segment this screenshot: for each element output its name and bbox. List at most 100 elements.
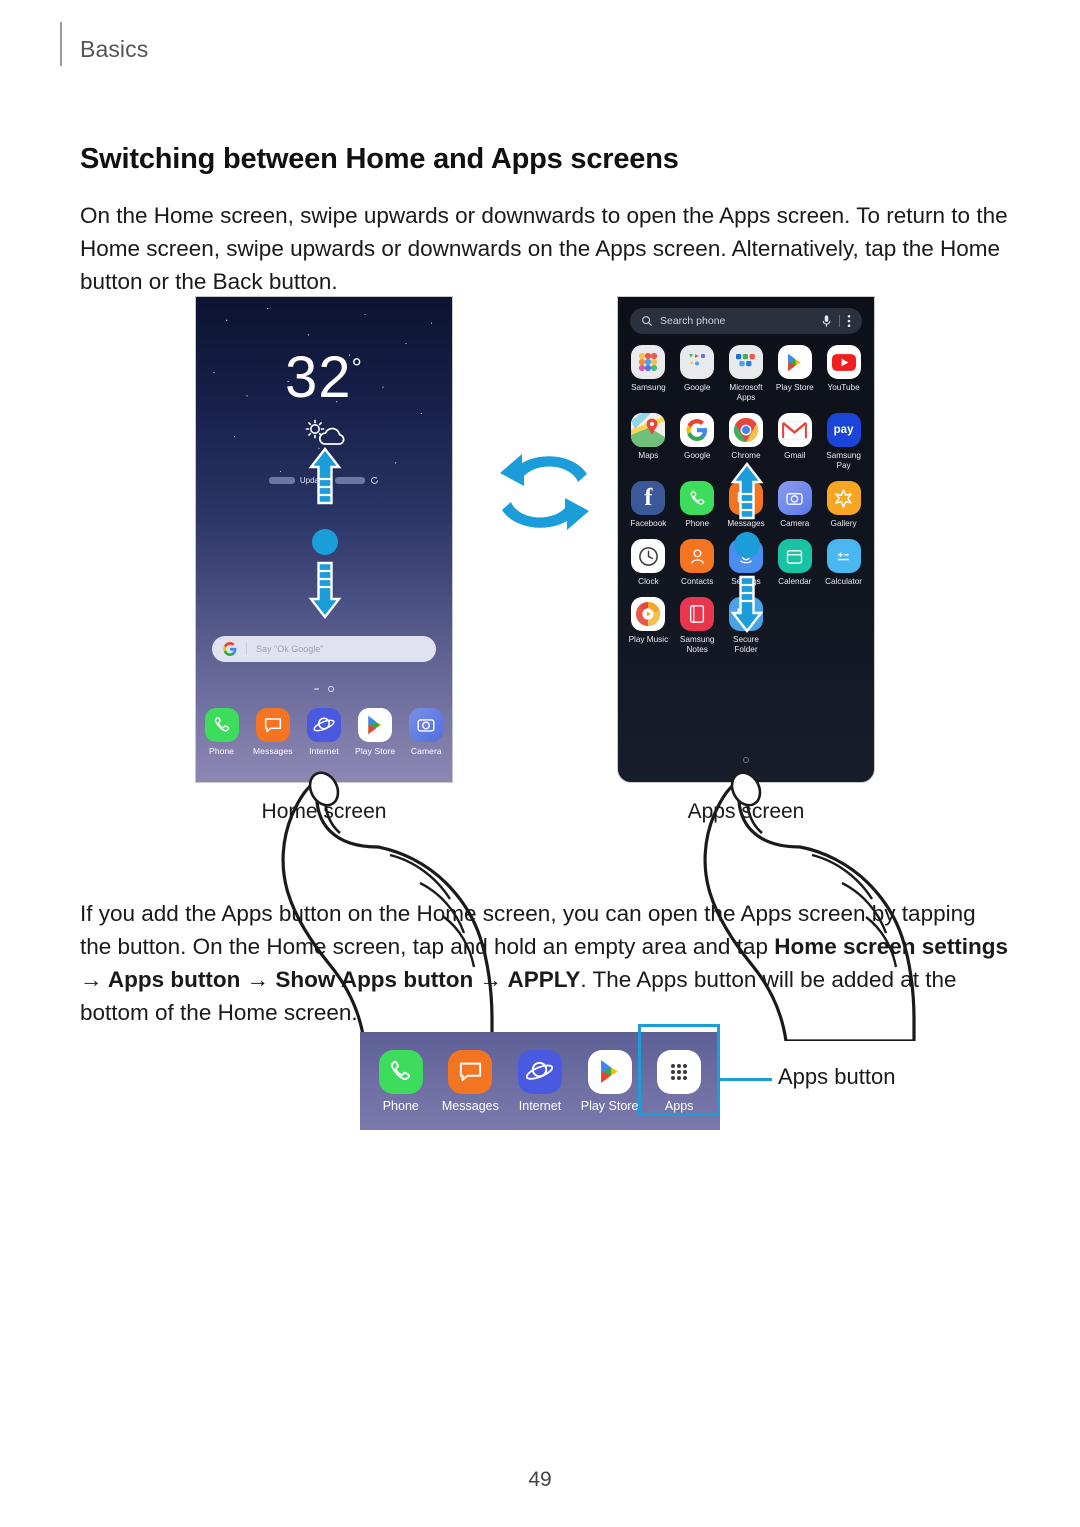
dock-item-label: Play Store	[355, 746, 396, 756]
apps-screen-mockup: Search phone Samsung Google Microsoft Ap…	[617, 296, 875, 783]
dock-item-label: Internet	[309, 746, 339, 756]
para2-arrow-3: →	[473, 966, 508, 992]
dock-item-play-store[interactable]: Play Store	[352, 708, 398, 756]
messages-icon	[448, 1049, 493, 1094]
apps-button-callout-line	[720, 1078, 772, 1081]
gmail-icon	[777, 413, 812, 447]
app-label: Camera	[780, 519, 810, 528]
app-item-gallery[interactable]: Gallery	[819, 481, 868, 529]
app-item-camera[interactable]: Camera	[770, 481, 819, 529]
app-label: Secure Folder	[733, 635, 759, 654]
google-g-icon	[680, 413, 715, 447]
calendar-icon	[777, 539, 812, 573]
weather-temperature: 32°	[196, 349, 452, 407]
app-item-samsung-folder[interactable]: Samsung	[624, 345, 673, 403]
app-item-play-store[interactable]: Play Store	[770, 345, 819, 403]
samsung-notes-icon	[680, 597, 715, 631]
samsung-pay-icon: pay	[826, 413, 861, 447]
app-item-microsoft-folder[interactable]: Microsoft Apps	[722, 345, 771, 403]
app-item-gmail[interactable]: Gmail	[770, 413, 819, 471]
play-store-icon	[358, 708, 393, 742]
app-label: Google	[683, 451, 711, 460]
refresh-icon	[371, 476, 379, 484]
app-item-youtube[interactable]: YouTube	[819, 345, 868, 403]
home-page-dot	[328, 686, 334, 692]
maps-icon	[631, 413, 666, 447]
app-label: Clock	[638, 577, 659, 586]
dock-item-camera[interactable]: Camera	[403, 708, 449, 756]
page-dot	[314, 688, 319, 690]
dock-figure-item-messages[interactable]: Messages	[438, 1049, 502, 1113]
phone-icon	[680, 481, 715, 515]
samsung-folder-icon	[631, 345, 666, 379]
app-item-clock[interactable]: Clock	[624, 539, 673, 587]
app-item-play-music[interactable]: Play Music	[624, 597, 673, 655]
app-item-google[interactable]: Google	[673, 413, 722, 471]
app-item-calendar[interactable]: Calendar	[770, 539, 819, 587]
dock-figure-item-play-store[interactable]: Play Store	[578, 1049, 642, 1113]
degree-symbol: °	[351, 352, 363, 383]
app-item-empty-1	[770, 597, 819, 655]
home-screen-mockup: 32° Updated Say "Ok Google" Phone Messag…	[195, 296, 453, 783]
para2-bold-1: Home screen settings	[774, 933, 1009, 959]
app-label: Play Store	[775, 383, 814, 392]
dock-figure-label: Phone	[382, 1098, 419, 1113]
clock-icon	[631, 539, 666, 573]
weather-blur-bar	[268, 477, 295, 484]
app-item-phone[interactable]: Phone	[673, 481, 722, 529]
app-label: Phone	[685, 519, 710, 528]
dock-figure-item-phone[interactable]: Phone	[369, 1049, 433, 1113]
play-store-icon	[587, 1049, 632, 1094]
camera-icon	[409, 708, 444, 742]
dock-item-label: Camera	[410, 746, 442, 756]
app-label: Maps	[638, 451, 659, 460]
dock-item-messages[interactable]: Messages	[250, 708, 296, 756]
search-icon	[642, 316, 653, 327]
para2-bold-2: Apps button	[107, 966, 241, 992]
app-label: Calculator	[825, 577, 863, 586]
app-item-calculator[interactable]: Calculator	[819, 539, 868, 587]
home-page-indicator	[196, 686, 452, 692]
dock-figure-label: Internet	[518, 1098, 562, 1113]
google-search-placeholder: Say "Ok Google"	[256, 644, 324, 654]
app-label: Contacts	[681, 577, 714, 586]
microphone-icon	[822, 315, 831, 327]
play-store-icon	[777, 345, 812, 379]
app-item-samsung-pay[interactable]: pay Samsung Pay	[819, 413, 868, 471]
facebook-icon: f	[631, 481, 666, 515]
calculator-icon	[826, 539, 861, 573]
dock-figure-item-apps[interactable]: Apps	[638, 1023, 721, 1116]
page-title: Switching between Home and Apps screens	[80, 143, 679, 176]
dock-item-label: Phone	[209, 746, 235, 756]
app-item-facebook[interactable]: f Facebook	[624, 481, 673, 529]
app-label: Facebook	[630, 519, 667, 528]
app-item-maps[interactable]: Maps	[624, 413, 673, 471]
touch-indicator	[308, 525, 342, 564]
apps-button-highlight	[638, 1023, 721, 1116]
phone-icon	[204, 708, 239, 742]
apps-button-callout-label: Apps button	[778, 1064, 896, 1089]
gallery-icon	[826, 481, 861, 515]
app-item-google-folder[interactable]: Google	[673, 345, 722, 403]
internet-icon	[306, 708, 341, 742]
dock-figure-label: Messages	[441, 1098, 499, 1113]
app-item-samsung-notes[interactable]: Samsung Notes	[673, 597, 722, 655]
intro-paragraph: On the Home screen, swipe upwards or dow…	[80, 202, 1008, 294]
dock-item-phone[interactable]: Phone	[199, 708, 245, 756]
google-search-bar[interactable]: Say "Ok Google"	[212, 636, 436, 662]
microsoft-folder-icon	[728, 345, 763, 379]
home-screen-caption: Home screen	[261, 800, 387, 823]
app-item-contacts[interactable]: Contacts	[673, 539, 722, 587]
messages-icon	[255, 708, 290, 742]
app-label: Gallery	[830, 519, 857, 528]
play-music-icon	[631, 597, 666, 631]
dock-figure-item-internet[interactable]: Internet	[508, 1049, 572, 1113]
apps-search-bar[interactable]: Search phone	[630, 308, 862, 334]
temperature-value: 32	[285, 345, 352, 410]
dock-figure-label: Play Store	[580, 1098, 639, 1113]
app-label: Calendar	[778, 577, 812, 586]
apps-search-placeholder: Search phone	[660, 315, 726, 327]
contacts-icon	[680, 539, 715, 573]
dock-item-internet[interactable]: Internet	[301, 708, 347, 756]
home-dock: Phone Messages Internet Play Store Camer…	[196, 704, 452, 776]
